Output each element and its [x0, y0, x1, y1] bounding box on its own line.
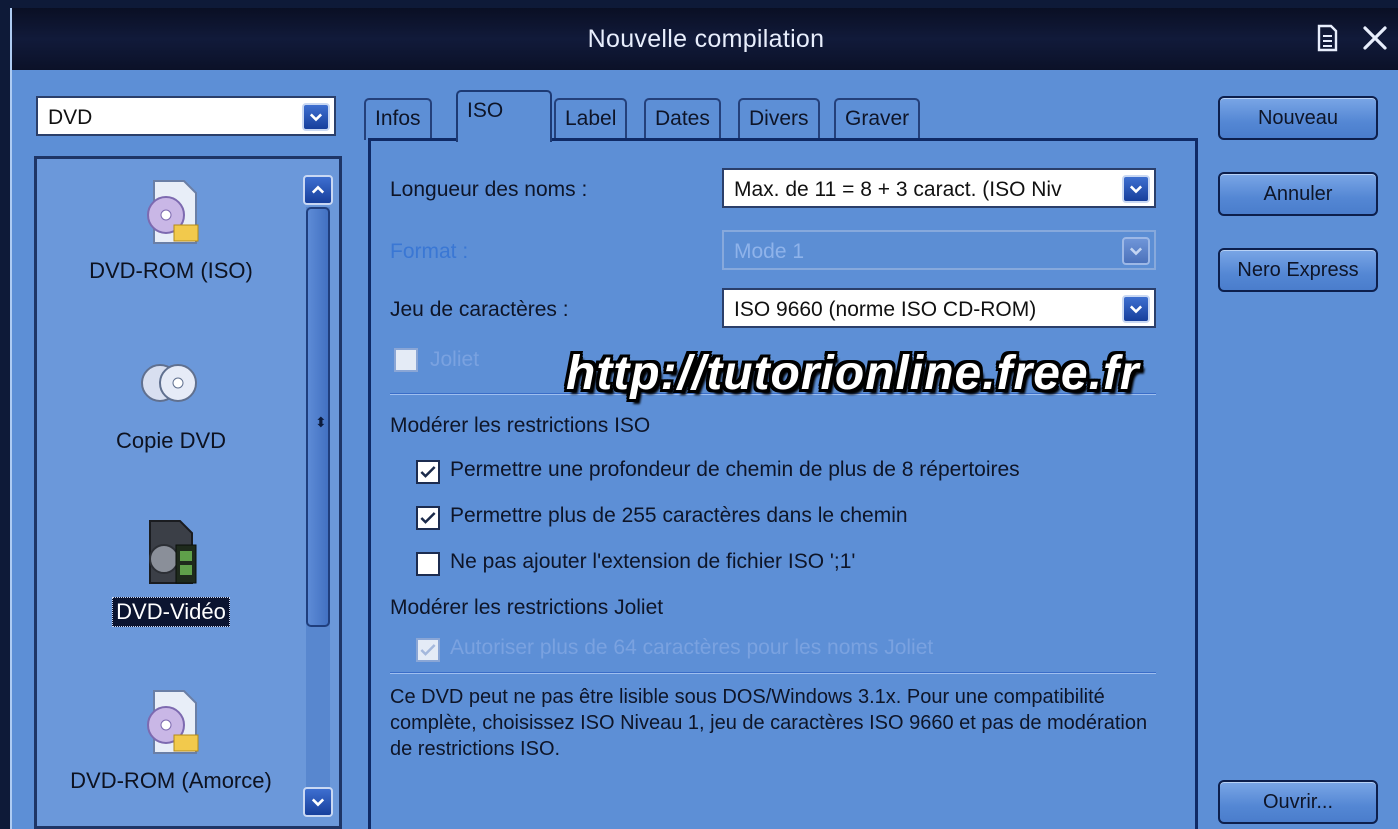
charset-combo[interactable]: ISO 9660 (norme ISO CD-ROM): [722, 288, 1156, 328]
grip-icon: ⬍: [315, 414, 327, 430]
watermark-text: http://tutorionline.free.fr: [566, 347, 1140, 400]
scroll-thumb[interactable]: ⬍: [306, 207, 330, 627]
path-depth-label[interactable]: Permettre une profondeur de chemin de pl…: [450, 458, 1020, 482]
chevron-down-icon: [1122, 237, 1150, 265]
dvd-video-icon: [136, 515, 206, 589]
list-item-label: DVD-ROM (ISO): [89, 258, 253, 283]
chevron-down-icon[interactable]: [1122, 295, 1150, 323]
cancel-button[interactable]: Annuler: [1218, 172, 1378, 216]
nero-express-button[interactable]: Nero Express: [1218, 248, 1378, 292]
path-length-checkbox[interactable]: [416, 506, 440, 530]
no-iso-extension-checkbox[interactable]: [416, 552, 440, 576]
name-length-combo[interactable]: Max. de 11 = 8 + 3 caract. (ISO Niv: [722, 168, 1156, 208]
tab-graver[interactable]: Graver: [834, 98, 921, 140]
joliet-long-names-label: Autoriser plus de 64 caractères pour les…: [450, 636, 934, 659]
open-button[interactable]: Ouvrir...: [1218, 780, 1378, 824]
joliet-long-names-checkbox: [416, 638, 440, 662]
joliet-checkbox: [394, 348, 418, 372]
window-title: Nouvelle compilation: [587, 25, 825, 53]
scroll-track[interactable]: ⬍: [306, 207, 330, 787]
path-depth-checkbox[interactable]: [416, 460, 440, 484]
list-item-dvd-rom-amorce[interactable]: DVD-ROM (Amorce): [37, 685, 305, 795]
new-compilation-dialog: Nouvelle compilation DVD DVD-ROM (ISO) C…: [10, 8, 1398, 829]
new-button[interactable]: Nouveau: [1218, 96, 1378, 140]
list-item-dvd-video[interactable]: DVD-Vidéo: [37, 515, 305, 627]
chevron-down-icon[interactable]: [1122, 175, 1150, 203]
tab-dates[interactable]: Dates: [644, 98, 721, 140]
title-bar: Nouvelle compilation: [12, 8, 1398, 70]
path-length-label[interactable]: Permettre plus de 255 caractères dans le…: [450, 504, 908, 528]
tab-label[interactable]: Label: [554, 98, 628, 140]
name-length-label: Longueur des noms :: [390, 178, 588, 201]
list-scrollbar[interactable]: ⬍: [303, 175, 333, 820]
scroll-down-button[interactable]: [303, 787, 333, 817]
joliet-restrictions-title: Modérer les restrictions Joliet: [390, 596, 664, 619]
list-item-copie-dvd[interactable]: Copie DVD: [37, 345, 305, 455]
scroll-up-button[interactable]: [303, 175, 333, 205]
no-iso-extension-label[interactable]: Ne pas ajouter l'extension de fichier IS…: [450, 550, 855, 574]
list-item-label: DVD-Vidéo: [112, 597, 230, 627]
charset-label: Jeu de caractères :: [390, 298, 569, 321]
tab-divers[interactable]: Divers: [738, 98, 820, 140]
name-length-value: Max. de 11 = 8 + 3 caract. (ISO Niv: [734, 178, 1062, 201]
compatibility-note: Ce DVD peut ne pas être lisible sous DOS…: [390, 686, 1148, 760]
document-icon[interactable]: [1312, 22, 1342, 54]
list-item-dvd-rom-iso[interactable]: DVD-ROM (ISO): [37, 175, 305, 285]
tab-iso[interactable]: ISO: [456, 90, 552, 142]
tab-infos[interactable]: Infos: [364, 98, 432, 140]
chevron-down-icon[interactable]: [302, 103, 330, 131]
media-type-combo[interactable]: DVD: [36, 96, 336, 136]
compilation-type-list[interactable]: DVD-ROM (ISO) Copie DVD DVD-Vidéo DVD-RO…: [34, 156, 342, 829]
charset-value: ISO 9660 (norme ISO CD-ROM): [734, 298, 1037, 321]
media-type-value: DVD: [48, 106, 93, 129]
separator: [390, 672, 1156, 674]
list-item-label: Copie DVD: [115, 428, 227, 453]
dvd-boot-icon: [136, 685, 206, 759]
close-icon[interactable]: [1360, 22, 1390, 54]
list-item-label: DVD-ROM (Amorce): [70, 768, 272, 793]
joliet-label: Joliet: [430, 348, 480, 371]
disc-copy-icon: [136, 345, 206, 419]
iso-restrictions-title: Modérer les restrictions ISO: [390, 414, 651, 437]
format-value: Mode 1: [734, 240, 805, 263]
format-combo: Mode 1: [722, 230, 1156, 270]
format-label: Format :: [390, 240, 469, 263]
dvd-document-icon: [136, 175, 206, 249]
